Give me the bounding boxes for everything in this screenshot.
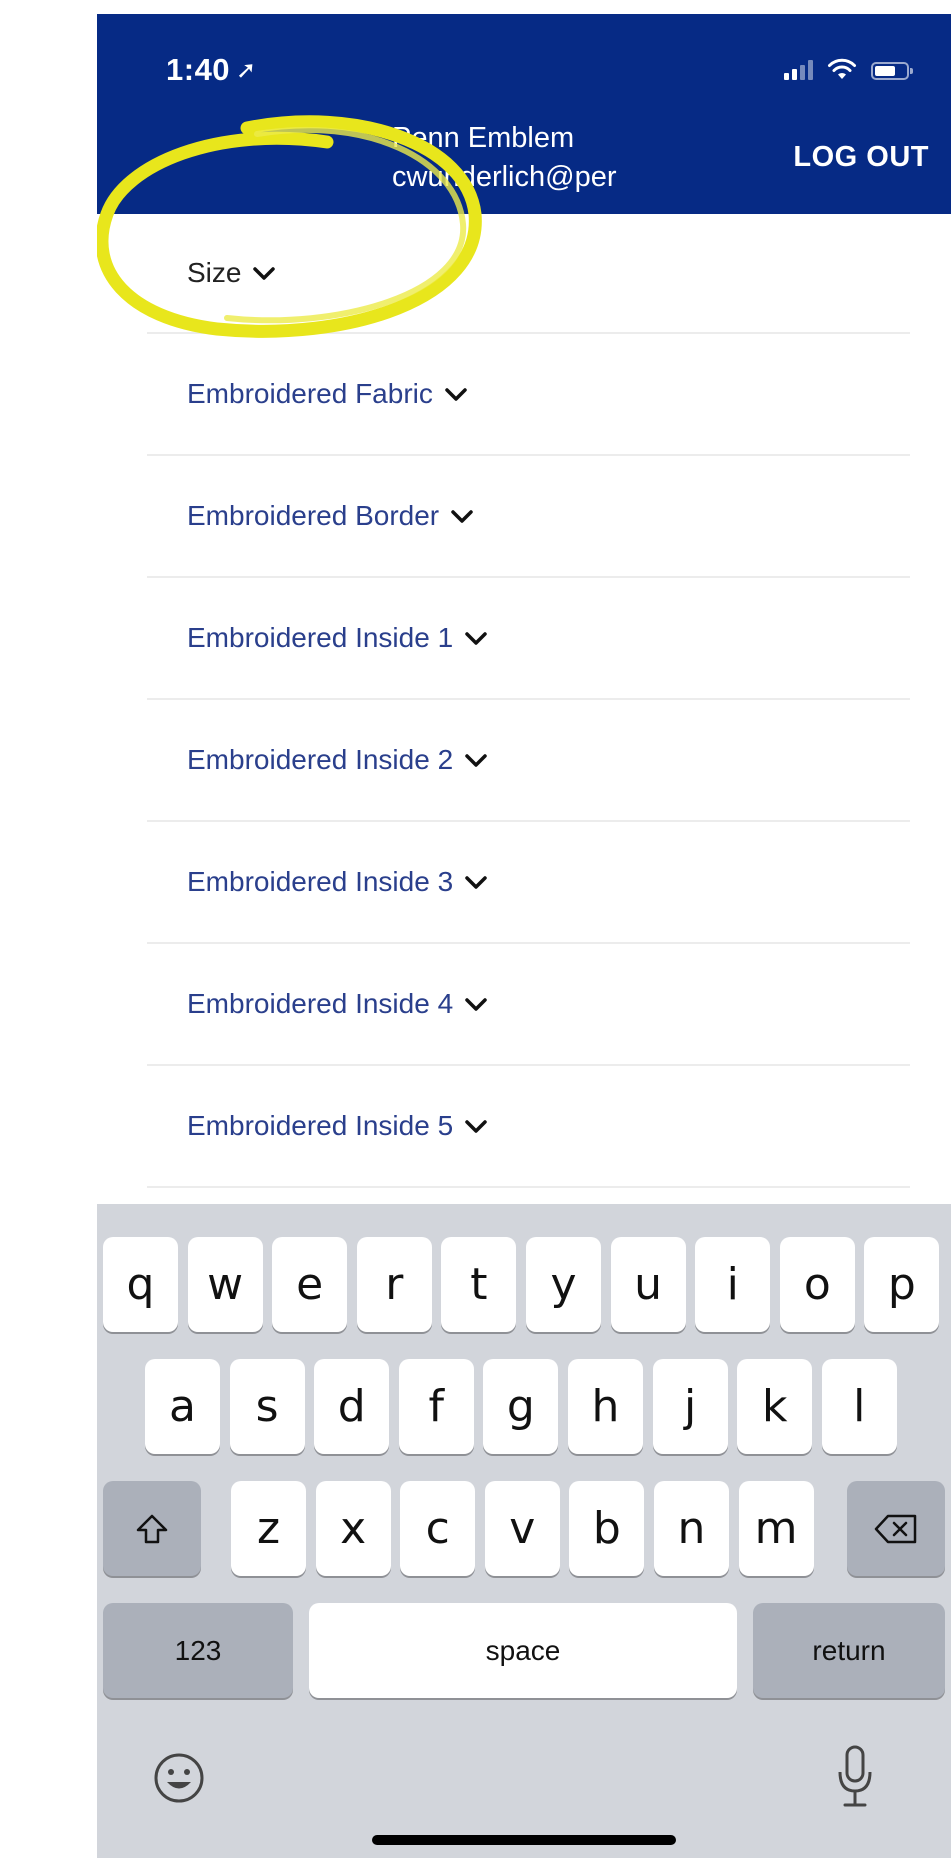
- filter-label: Embroidered Inside 2: [187, 744, 454, 775]
- key-h[interactable]: h: [568, 1359, 643, 1454]
- filter-embroidered-inside-3[interactable]: Embroidered Inside 3: [147, 822, 910, 944]
- key-w[interactable]: w: [187, 1237, 263, 1332]
- key-q[interactable]: q: [103, 1237, 178, 1332]
- shift-key[interactable]: [103, 1481, 201, 1576]
- filter-label: Embroidered Inside 4: [187, 988, 454, 1019]
- chevron-down-icon: [465, 998, 487, 1011]
- key-t[interactable]: t: [441, 1237, 517, 1332]
- keyboard-row-4: 123 space return: [97, 1603, 951, 1703]
- key-n[interactable]: n: [654, 1481, 729, 1576]
- key-c[interactable]: c: [400, 1481, 476, 1576]
- keyboard-row-2: asdfghjkl: [97, 1359, 951, 1459]
- filter-embroidered-inside-4[interactable]: Embroidered Inside 4: [147, 944, 910, 1066]
- key-m[interactable]: m: [738, 1481, 814, 1576]
- filter-embroidered-fabric[interactable]: Embroidered Fabric: [147, 334, 910, 456]
- location-arrow-icon: ➚: [236, 57, 257, 84]
- key-z[interactable]: z: [231, 1481, 306, 1576]
- phone-screen: 1:40 ➚ Penn Emblem cwunderlich@per LOG OU…: [97, 14, 951, 1858]
- status-time: 1:40 ➚: [166, 52, 257, 88]
- filter-label: Size: [187, 257, 242, 288]
- battery-icon: [871, 62, 913, 80]
- key-s[interactable]: s: [229, 1359, 305, 1454]
- status-time-text: 1:40: [166, 52, 231, 87]
- filter-list: Size Embroidered Fabric Embroidered Bord…: [147, 214, 910, 1188]
- numbers-key[interactable]: 123: [103, 1603, 293, 1698]
- chevron-down-icon: [465, 1120, 487, 1133]
- filter-label: Embroidered Fabric: [187, 378, 433, 409]
- app-header: 1:40 ➚ Penn Emblem cwunderlich@per LOG OU…: [97, 14, 951, 214]
- key-j[interactable]: j: [652, 1359, 728, 1454]
- chevron-down-icon: [465, 876, 487, 889]
- chevron-down-icon: [465, 632, 487, 645]
- delete-key[interactable]: [847, 1481, 945, 1576]
- key-u[interactable]: u: [610, 1237, 686, 1332]
- key-o[interactable]: o: [779, 1237, 855, 1332]
- filter-embroidered-inside-1[interactable]: Embroidered Inside 1: [147, 578, 910, 700]
- key-f[interactable]: f: [398, 1359, 474, 1454]
- filter-label: Embroidered Inside 1: [187, 622, 454, 653]
- return-key[interactable]: return: [753, 1603, 945, 1698]
- filter-label: Embroidered Border: [187, 500, 440, 531]
- key-k[interactable]: k: [737, 1359, 813, 1454]
- status-icons: [784, 58, 913, 80]
- key-a[interactable]: a: [145, 1359, 220, 1454]
- chevron-down-icon: [465, 754, 487, 767]
- key-y[interactable]: y: [526, 1237, 601, 1332]
- key-v[interactable]: v: [484, 1481, 560, 1576]
- on-screen-keyboard: qwertyuiop asdfghjkl zxcvbnm 123 space r…: [97, 1204, 951, 1858]
- key-p[interactable]: p: [864, 1237, 940, 1332]
- microphone-icon[interactable]: [835, 1744, 875, 1810]
- keyboard-row-3: zxcvbnm: [97, 1481, 951, 1581]
- filter-size[interactable]: Size: [147, 214, 910, 334]
- user-email: cwunderlich@per: [392, 161, 617, 193]
- key-b[interactable]: b: [569, 1481, 645, 1576]
- key-r[interactable]: r: [356, 1237, 432, 1332]
- home-indicator: [372, 1835, 676, 1845]
- filter-embroidered-border[interactable]: Embroidered Border: [147, 456, 910, 578]
- key-x[interactable]: x: [315, 1481, 391, 1576]
- chevron-down-icon: [451, 510, 473, 523]
- emoji-icon[interactable]: [152, 1751, 206, 1805]
- shift-icon: [136, 1514, 168, 1543]
- filter-embroidered-inside-2[interactable]: Embroidered Inside 2: [147, 700, 910, 822]
- user-name: Penn Emblem: [392, 122, 575, 154]
- space-key[interactable]: space: [309, 1603, 737, 1698]
- key-g[interactable]: g: [483, 1359, 559, 1454]
- chevron-down-icon: [445, 388, 467, 401]
- keyboard-row-1: qwertyuiop: [97, 1237, 951, 1337]
- key-l[interactable]: l: [821, 1359, 897, 1454]
- logout-button[interactable]: LOG OUT: [793, 141, 929, 174]
- cellular-signal-icon: [784, 58, 813, 80]
- filter-label: Embroidered Inside 5: [187, 1110, 454, 1141]
- wifi-icon: [828, 58, 856, 79]
- key-d[interactable]: d: [314, 1359, 390, 1454]
- key-i[interactable]: i: [695, 1237, 771, 1332]
- key-e[interactable]: e: [272, 1237, 348, 1332]
- chevron-down-icon: [253, 267, 276, 280]
- filter-embroidered-inside-5[interactable]: Embroidered Inside 5: [147, 1066, 910, 1188]
- delete-icon: [874, 1514, 917, 1543]
- filter-label: Embroidered Inside 3: [187, 866, 454, 897]
